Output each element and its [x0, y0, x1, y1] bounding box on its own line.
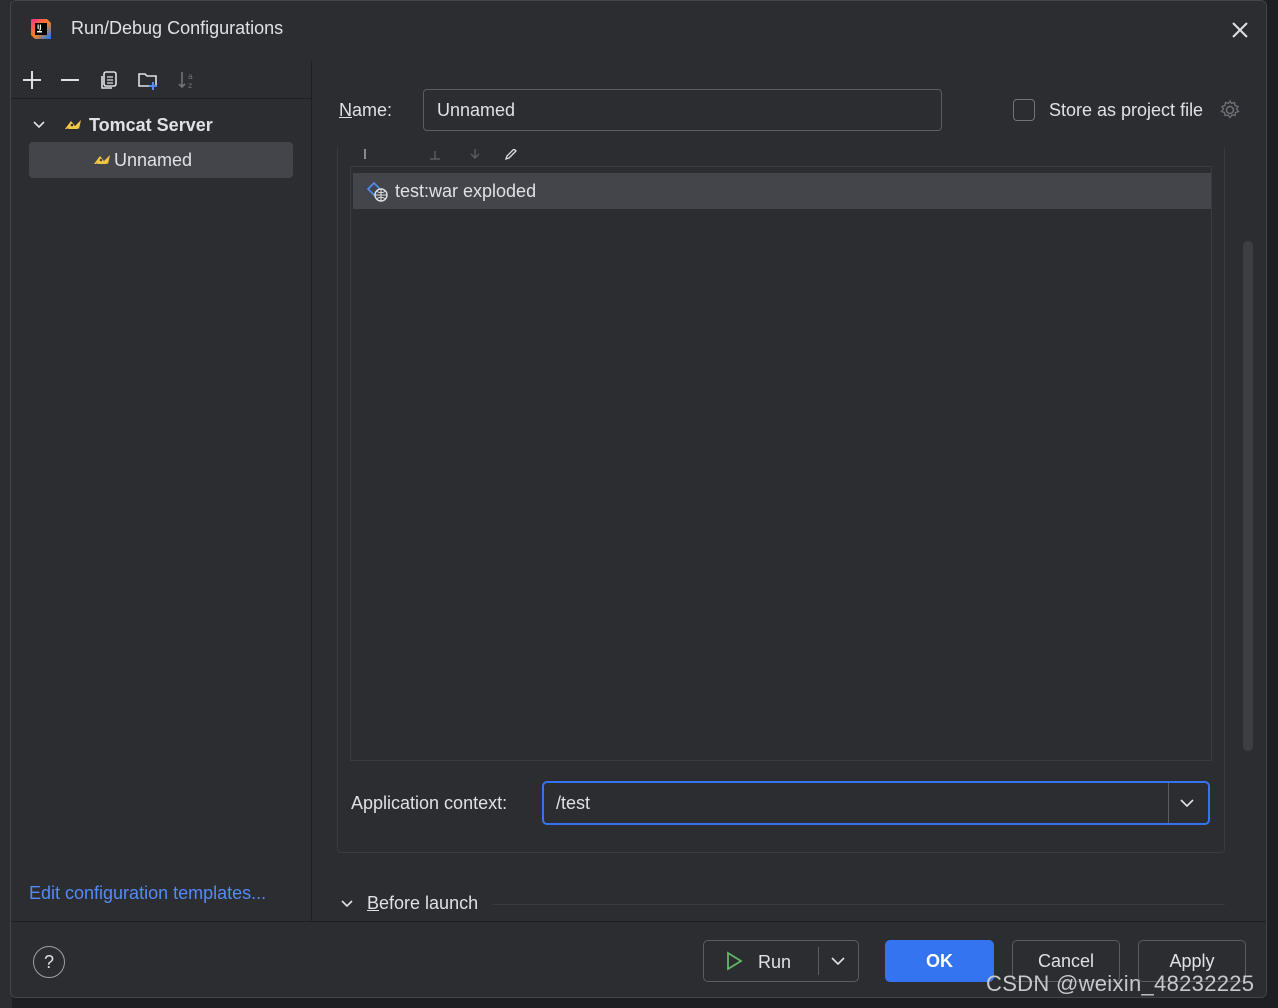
tree-item-unnamed[interactable]: Unnamed [29, 142, 293, 178]
run-divider [818, 947, 819, 975]
before-launch-label: Before launch [367, 893, 478, 914]
run-split-button[interactable]: Run [703, 940, 859, 982]
application-context-combobox[interactable]: /test [542, 781, 1210, 825]
vertical-scrollbar[interactable] [1243, 241, 1253, 751]
sidebar-toolbar: a z [11, 61, 312, 99]
chevron-down-icon[interactable] [339, 896, 355, 912]
move-down-icon[interactable] [468, 149, 482, 161]
svg-text:IJ: IJ [37, 24, 41, 31]
store-project-label[interactable]: Store as project file [1049, 100, 1203, 121]
tree-group-tomcat[interactable]: Tomcat Server [31, 113, 213, 137]
name-label: Name: [339, 100, 392, 121]
tree-group-label: Tomcat Server [89, 114, 213, 135]
chevron-down-icon[interactable] [828, 951, 848, 971]
tree-item-label: Unnamed [114, 149, 193, 170]
application-context-label: Application context: [351, 793, 508, 813]
name-label-rest: ame: [352, 100, 393, 120]
configurations-sidebar: a z Tomcat Server Unnamed Edit configura… [11, 61, 312, 921]
run-label: Run [758, 952, 792, 972]
copy-icon[interactable] [98, 69, 120, 91]
before-launch-section[interactable]: Before launch [339, 893, 478, 914]
artifact-row[interactable]: test:war exploded [353, 173, 1211, 209]
minus-icon[interactable] [59, 69, 81, 91]
section-divider [493, 904, 1225, 905]
plus-icon[interactable] [21, 69, 43, 91]
edit-templates-link[interactable]: Edit configuration templates... [29, 883, 266, 904]
close-icon[interactable] [1228, 18, 1252, 42]
artifact-label: test:war exploded [395, 180, 537, 201]
chevron-down-icon[interactable] [31, 117, 47, 133]
deployment-toolbar [350, 147, 1212, 167]
intellij-logo-icon: IJ [31, 19, 51, 39]
web-artifact-icon [366, 181, 388, 202]
chevron-down-icon[interactable] [1176, 793, 1198, 813]
store-project-checkbox[interactable] [1013, 99, 1035, 121]
deployment-panel: test:war exploded Application context: /… [337, 147, 1225, 853]
help-button[interactable]: ? [33, 946, 65, 978]
tomcat-icon [94, 155, 110, 167]
edit-icon[interactable] [504, 149, 518, 161]
svg-text:a: a [188, 72, 193, 81]
sort-alpha-icon[interactable]: a z [177, 69, 199, 91]
remove-artifact-icon[interactable] [428, 149, 442, 161]
name-label-mnemonic: N [339, 100, 352, 120]
play-icon [727, 951, 743, 971]
add-artifact-icon[interactable] [358, 149, 372, 161]
run-debug-dialog: IJ Run/Debug Configurations a z Tomcat S… [10, 0, 1267, 998]
artifact-list: test:war exploded [350, 167, 1212, 761]
watermark: CSDN @weixin_48232225 [986, 971, 1255, 996]
svg-text:z: z [188, 81, 192, 90]
dialog-titlebar: IJ Run/Debug Configurations [11, 1, 1266, 61]
combobox-divider [1168, 783, 1169, 823]
tomcat-icon [65, 120, 81, 132]
before-launch-rest: efore launch [379, 893, 479, 913]
gear-icon[interactable] [1218, 98, 1242, 122]
ok-button[interactable]: OK [885, 940, 994, 982]
application-context-value[interactable]: /test [556, 793, 590, 814]
name-input[interactable] [423, 89, 942, 131]
new-folder-icon[interactable] [137, 69, 159, 91]
dialog-title: Run/Debug Configurations [71, 18, 284, 38]
before-launch-mnemonic: B [367, 893, 380, 913]
config-editor: Name: Store as project file [313, 61, 1266, 921]
